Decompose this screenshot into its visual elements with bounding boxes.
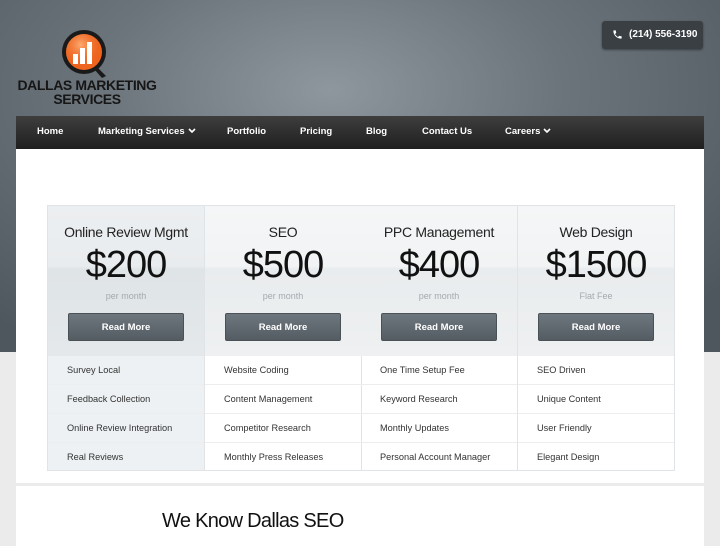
logo-text-line2: SERVICES <box>53 91 121 107</box>
read-more-button[interactable]: Read More <box>68 313 184 341</box>
plan-ppc-management: PPC Management $400 per month Read More … <box>361 206 518 470</box>
pricing-table: Online Review Mgmt $200 per month Read M… <box>47 205 675 471</box>
seo-section-card <box>16 486 704 546</box>
chart-magnifier-icon <box>62 30 106 78</box>
chevron-down-icon <box>543 128 551 134</box>
nav-blog-label: Blog <box>366 126 388 137</box>
plan-price: $400 <box>398 244 481 286</box>
plan-web-design: Web Design $1500 Flat Fee Read More SEO … <box>518 206 674 470</box>
nav-portfolio[interactable]: Portfolio <box>227 126 266 137</box>
plan-price: $1500 <box>545 244 648 286</box>
plan-feature: Monthly Updates <box>361 414 517 443</box>
nav-marketing-services-label: Marketing Services <box>98 126 185 137</box>
nav-pricing[interactable]: Pricing <box>300 126 332 137</box>
plan-title: Web Design <box>559 224 633 240</box>
nav-marketing-services[interactable]: Marketing Services <box>98 126 196 137</box>
plan-period: per month <box>262 291 304 301</box>
nav-home[interactable]: Home <box>37 126 63 137</box>
main-nav: Home Marketing Services Portfolio Pricin… <box>16 116 704 149</box>
nav-blog[interactable]: Blog <box>366 126 387 137</box>
plan-seo: SEO $500 per month Read More Website Cod… <box>205 206 362 470</box>
plan-price: $500 <box>242 244 325 286</box>
read-more-button[interactable]: Read More <box>538 313 654 341</box>
plan-price: $200 <box>85 244 168 286</box>
plan-header: Web Design $1500 Flat Fee Read More <box>518 206 674 356</box>
plan-feature: Monthly Press Releases <box>224 452 324 462</box>
nav-portfolio-label: Portfolio <box>227 126 267 137</box>
plan-feature: Real Reviews <box>67 452 124 462</box>
plan-online-review: Online Review Mgmt $200 per month Read M… <box>48 206 205 470</box>
nav-careers-label: Careers <box>505 126 541 137</box>
plan-header: Online Review Mgmt $200 per month Read M… <box>48 206 204 356</box>
plan-feature: Online Review Integration <box>48 414 204 443</box>
plan-feature: SEO Driven <box>518 356 674 385</box>
plan-feature: Unique Content <box>518 385 674 414</box>
plan-period: per month <box>418 291 460 301</box>
read-more-button[interactable]: Read More <box>381 313 497 341</box>
phone-icon <box>613 30 622 39</box>
plan-period: Flat Fee <box>579 291 613 301</box>
plan-feature: Survey Local <box>48 356 204 385</box>
plan-feature: Elegant Design <box>537 452 600 462</box>
plan-features: One Time Setup Fee Keyword Research Mont… <box>361 356 517 471</box>
plan-feature: Competitor Research <box>205 414 361 443</box>
phone-button[interactable]: (214) 556-3190 <box>602 21 703 49</box>
read-more-button[interactable]: Read More <box>225 313 341 341</box>
plan-title: PPC Management <box>383 224 495 240</box>
nav-contact-us-label: Contact Us <box>422 126 473 137</box>
plan-feature: Website Coding <box>205 356 361 385</box>
nav-careers[interactable]: Careers <box>505 126 551 137</box>
nav-pricing-label: Pricing <box>300 126 333 137</box>
plan-header: SEO $500 per month Read More <box>205 206 361 356</box>
chevron-down-icon <box>188 128 196 134</box>
plan-feature: Content Management <box>205 385 361 414</box>
site-logo[interactable]: DALLAS MARKETING SERVICES <box>16 28 158 108</box>
section-heading: We Know Dallas SEO <box>162 510 344 532</box>
plan-features: Survey Local Feedback Collection Online … <box>48 356 204 470</box>
plan-features: SEO Driven Unique Content User Friendly … <box>518 356 674 471</box>
plan-feature: One Time Setup Fee <box>361 356 517 385</box>
plan-feature: Personal Account Manager <box>380 452 491 462</box>
plan-title: Online Review Mgmt <box>64 224 188 240</box>
nav-contact-us[interactable]: Contact Us <box>422 126 472 137</box>
plan-header: PPC Management $400 per month Read More <box>361 206 517 356</box>
nav-home-label: Home <box>37 126 64 137</box>
plan-features: Website Coding Content Management Compet… <box>205 356 361 471</box>
plan-feature: Keyword Research <box>361 385 517 414</box>
plan-period: per month <box>105 291 147 301</box>
phone-number: (214) 556-3190 <box>629 29 698 40</box>
plan-title: SEO <box>268 224 298 240</box>
plan-feature: Feedback Collection <box>48 385 204 414</box>
plan-feature: User Friendly <box>518 414 674 443</box>
